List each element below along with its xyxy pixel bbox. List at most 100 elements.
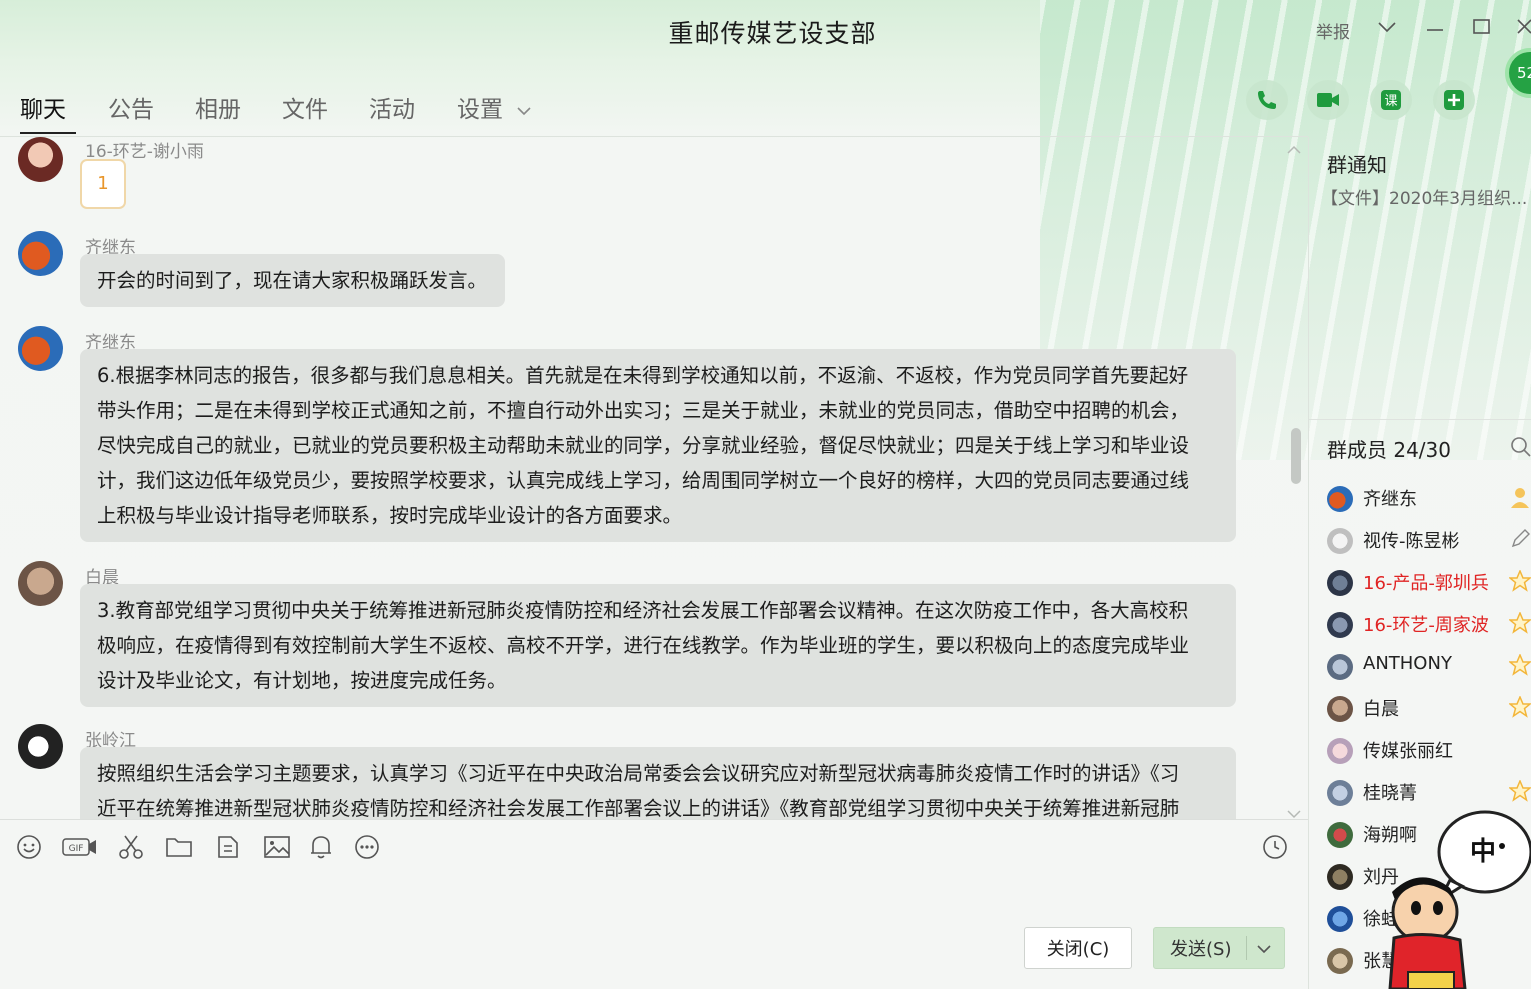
tab-settings[interactable]: 设置 [457, 90, 532, 134]
smiley-icon [17, 835, 41, 859]
message-line: 尽快完成自己的就业，已就业的党员要积极主动帮助未就业的同学，分享就业经验，督促尽… [97, 434, 1190, 457]
chat-history[interactable]: 16-环艺-谢小雨 1 齐继东 开会的时间到了，现在请大家积极踊跃发言。 齐继东… [0, 137, 1308, 819]
edit-icon [1511, 529, 1530, 548]
avatar [1327, 738, 1353, 764]
close-button[interactable]: 关闭(C) [1024, 927, 1132, 969]
minimize-icon[interactable] [1425, 18, 1445, 39]
plus-icon [1444, 90, 1464, 110]
avatar [1327, 864, 1353, 890]
voice-call-button[interactable] [1246, 80, 1288, 120]
member-name: 16-环艺-周家波 [1363, 615, 1489, 636]
tab-activity[interactable]: 活动 [369, 90, 415, 134]
owner-icon [1511, 488, 1529, 508]
panel-divider [1309, 419, 1531, 420]
scroll-top-icon[interactable] [1286, 140, 1302, 159]
notify-button[interactable] [306, 832, 336, 862]
avatar [1327, 612, 1353, 638]
avatar[interactable] [18, 137, 63, 182]
message-line: 设计及毕业论文，有计划地，按进度完成任务。 [97, 669, 507, 692]
tab-files[interactable]: 文件 [282, 90, 328, 134]
member-name: 白晨 [1363, 699, 1399, 720]
chevron-down-icon [517, 106, 531, 115]
more-icon [355, 835, 379, 859]
input-divider [0, 819, 1308, 820]
tab-bar: 聊天 公告 相册 文件 活动 设置 [0, 62, 1300, 137]
history-button[interactable] [1260, 832, 1290, 862]
message-line: 上积极与毕业设计指导老师联系，按时完成毕业设计的各方面要求。 [97, 504, 683, 527]
more-button[interactable] [352, 832, 382, 862]
members-count: 群成员 24/30 [1327, 438, 1451, 462]
message-bubble[interactable]: 6.根据李林同志的报告，很多都与我们息息相关。首先就是在未得到学校通知以前，不返… [80, 349, 1236, 542]
avatar[interactable] [18, 326, 63, 371]
maximize-icon[interactable] [1472, 18, 1492, 41]
chevron-down-icon[interactable] [1256, 943, 1272, 955]
tab-album[interactable]: 相册 [195, 90, 241, 134]
tab-settings-label: 设置 [457, 97, 503, 123]
message-bubble[interactable]: 开会的时间到了，现在请大家积极踊跃发言。 [80, 254, 506, 307]
avatar[interactable] [18, 231, 63, 276]
tab-chat[interactable]: 聊天 [20, 90, 76, 134]
image-button[interactable] [262, 832, 292, 862]
search-icon[interactable] [1509, 435, 1531, 461]
sticker-value: 1 [97, 173, 109, 194]
chat-message: 齐继东 开会的时间到了，现在请大家积极踊跃发言。 [0, 231, 1300, 311]
sticker-text: 中 [1470, 837, 1496, 867]
sticker-message[interactable]: 1 [80, 159, 126, 209]
tab-announcement[interactable]: 公告 [108, 90, 154, 134]
send-button[interactable]: 发送(S) [1153, 927, 1285, 969]
message-bubble[interactable]: 按照组织生活会学习主题要求，认真学习《习近平在中央政治局常委会会议研究应对新型冠… [80, 747, 1236, 819]
member-name: 传媒张丽红 [1363, 741, 1453, 762]
close-icon[interactable] [1516, 18, 1531, 41]
message-input[interactable] [0, 870, 1300, 920]
member-item[interactable]: 16-环艺-周家波 [1327, 609, 1531, 639]
add-app-button[interactable] [1433, 80, 1475, 120]
avatar[interactable] [18, 724, 63, 769]
avatar [1327, 906, 1353, 932]
member-item[interactable]: 传媒张丽红 [1327, 735, 1531, 765]
scroll-bottom-icon[interactable] [1286, 804, 1302, 823]
chat-window: 重邮传媒艺设支部 举报 聊天 公告 相册 文件 活动 设置 课 5 16-环艺-… [0, 0, 1531, 989]
video-camera-icon [1317, 93, 1339, 107]
member-name: 16-产品-郭圳兵 [1363, 573, 1489, 594]
scissors-icon [119, 835, 143, 859]
message-line: 带头作用；二是在未得到学校正式通知之前，不擅自行动外出实习；三是关于就业，未就业… [97, 399, 1190, 422]
member-item[interactable]: 视传-陈昱彬 [1327, 525, 1531, 555]
chat-message: 16-环艺-谢小雨 1 [0, 137, 1300, 217]
screenshot-button[interactable] [116, 832, 146, 862]
chevron-down-icon[interactable] [1377, 18, 1397, 39]
message-bubble[interactable]: 3.教育部党组学习贯彻中央关于统筹推进新冠肺炎疫情防控和经济社会发展工作部署会议… [80, 584, 1236, 707]
gif-button[interactable]: GIF [62, 832, 98, 862]
star-icon [1509, 696, 1531, 718]
document-icon [218, 836, 238, 858]
member-item[interactable]: 白晨 [1327, 693, 1531, 723]
report-button[interactable]: 举报 [1316, 18, 1350, 43]
chat-message: 白晨 3.教育部党组学习贯彻中央关于统筹推进新冠肺炎疫情防控和经济社会发展工作部… [0, 561, 1300, 711]
avatar [1327, 948, 1353, 974]
send-split-divider [1246, 936, 1247, 960]
member-item[interactable]: ANTHONY [1327, 651, 1531, 681]
avatar [1327, 654, 1353, 680]
image-icon [264, 836, 290, 858]
class-icon: 课 [1381, 90, 1401, 110]
emoji-button[interactable] [14, 832, 44, 862]
member-item[interactable]: 16-产品-郭圳兵 [1327, 567, 1531, 597]
star-icon [1509, 780, 1531, 802]
message-line: 6.根据李林同志的报告，很多都与我们息息相关。首先就是在未得到学校通知以前，不返… [97, 364, 1189, 387]
message-line: 开会的时间到了，现在请大家积极踊跃发言。 [97, 269, 488, 292]
member-item[interactable]: 齐继东 [1327, 483, 1531, 513]
chat-scrollbar-thumb[interactable] [1291, 428, 1301, 484]
group-notice-text[interactable]: 【文件】2020年3月组织... [1321, 184, 1531, 209]
video-call-button[interactable] [1307, 80, 1349, 120]
gif-icon: GIF [62, 838, 96, 856]
message-line: 3.教育部党组学习贯彻中央关于统筹推进新冠肺炎疫情防控和经济社会发展工作部署会议… [97, 599, 1189, 622]
avatar[interactable] [18, 561, 63, 606]
avatar [1327, 696, 1353, 722]
file-button[interactable] [164, 832, 194, 862]
member-name: 齐继东 [1363, 489, 1417, 510]
chat-message: 齐继东 6.根据李林同志的报告，很多都与我们息息相关。首先就是在未得到学校通知以… [0, 326, 1300, 546]
group-notice-title: 群通知 [1327, 153, 1387, 177]
document-button[interactable] [214, 832, 244, 862]
class-button[interactable]: 课 [1370, 80, 1412, 120]
svg-text:GIF: GIF [69, 844, 84, 854]
message-line: 计，我们这边低年级党员少，要按照学校要求，认真完成线上学习，给周围同学树立一个良… [97, 469, 1190, 492]
